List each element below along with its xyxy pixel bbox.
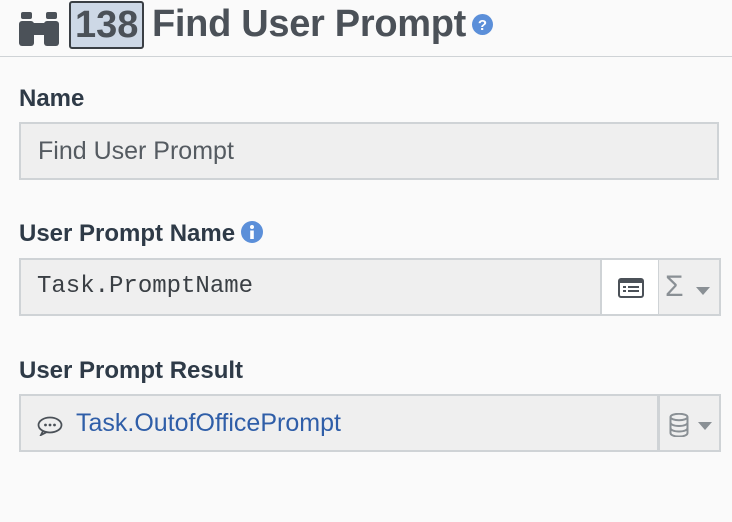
variable-storage-dropdown[interactable] bbox=[658, 394, 721, 452]
database-icon bbox=[669, 413, 689, 437]
expression-dropdown[interactable]: Σ bbox=[659, 258, 721, 316]
chat-bubble-icon bbox=[37, 416, 63, 436]
user-prompt-result-label: User Prompt Result bbox=[19, 357, 244, 384]
user-prompt-name-label: User Prompt Name bbox=[19, 220, 236, 247]
svg-text:?: ? bbox=[478, 17, 487, 34]
sigma-icon: Σ bbox=[665, 270, 684, 303]
list-picker-button[interactable] bbox=[600, 258, 660, 316]
list-picker-icon bbox=[618, 278, 644, 298]
user-prompt-name-label-row: User Prompt Name bbox=[19, 220, 264, 248]
name-label: Name bbox=[19, 85, 85, 112]
page-title: Find User Prompt bbox=[152, 3, 467, 45]
info-circle-icon[interactable] bbox=[241, 221, 264, 243]
header: 138 Find User Prompt ? bbox=[0, 0, 732, 57]
step-number-badge: 138 bbox=[69, 1, 145, 49]
user-prompt-result-value: Task.OutofOfficePrompt bbox=[76, 409, 341, 437]
chevron-down-icon bbox=[698, 422, 712, 430]
chevron-down-icon bbox=[696, 287, 710, 295]
user-prompt-result-input[interactable]: Task.OutofOfficePrompt bbox=[19, 394, 659, 452]
binoculars-icon bbox=[19, 12, 59, 46]
question-circle-icon[interactable]: ? bbox=[472, 14, 493, 35]
name-input[interactable]: Find User Prompt bbox=[19, 122, 719, 180]
user-prompt-name-input[interactable]: Task.PromptName bbox=[19, 258, 603, 316]
